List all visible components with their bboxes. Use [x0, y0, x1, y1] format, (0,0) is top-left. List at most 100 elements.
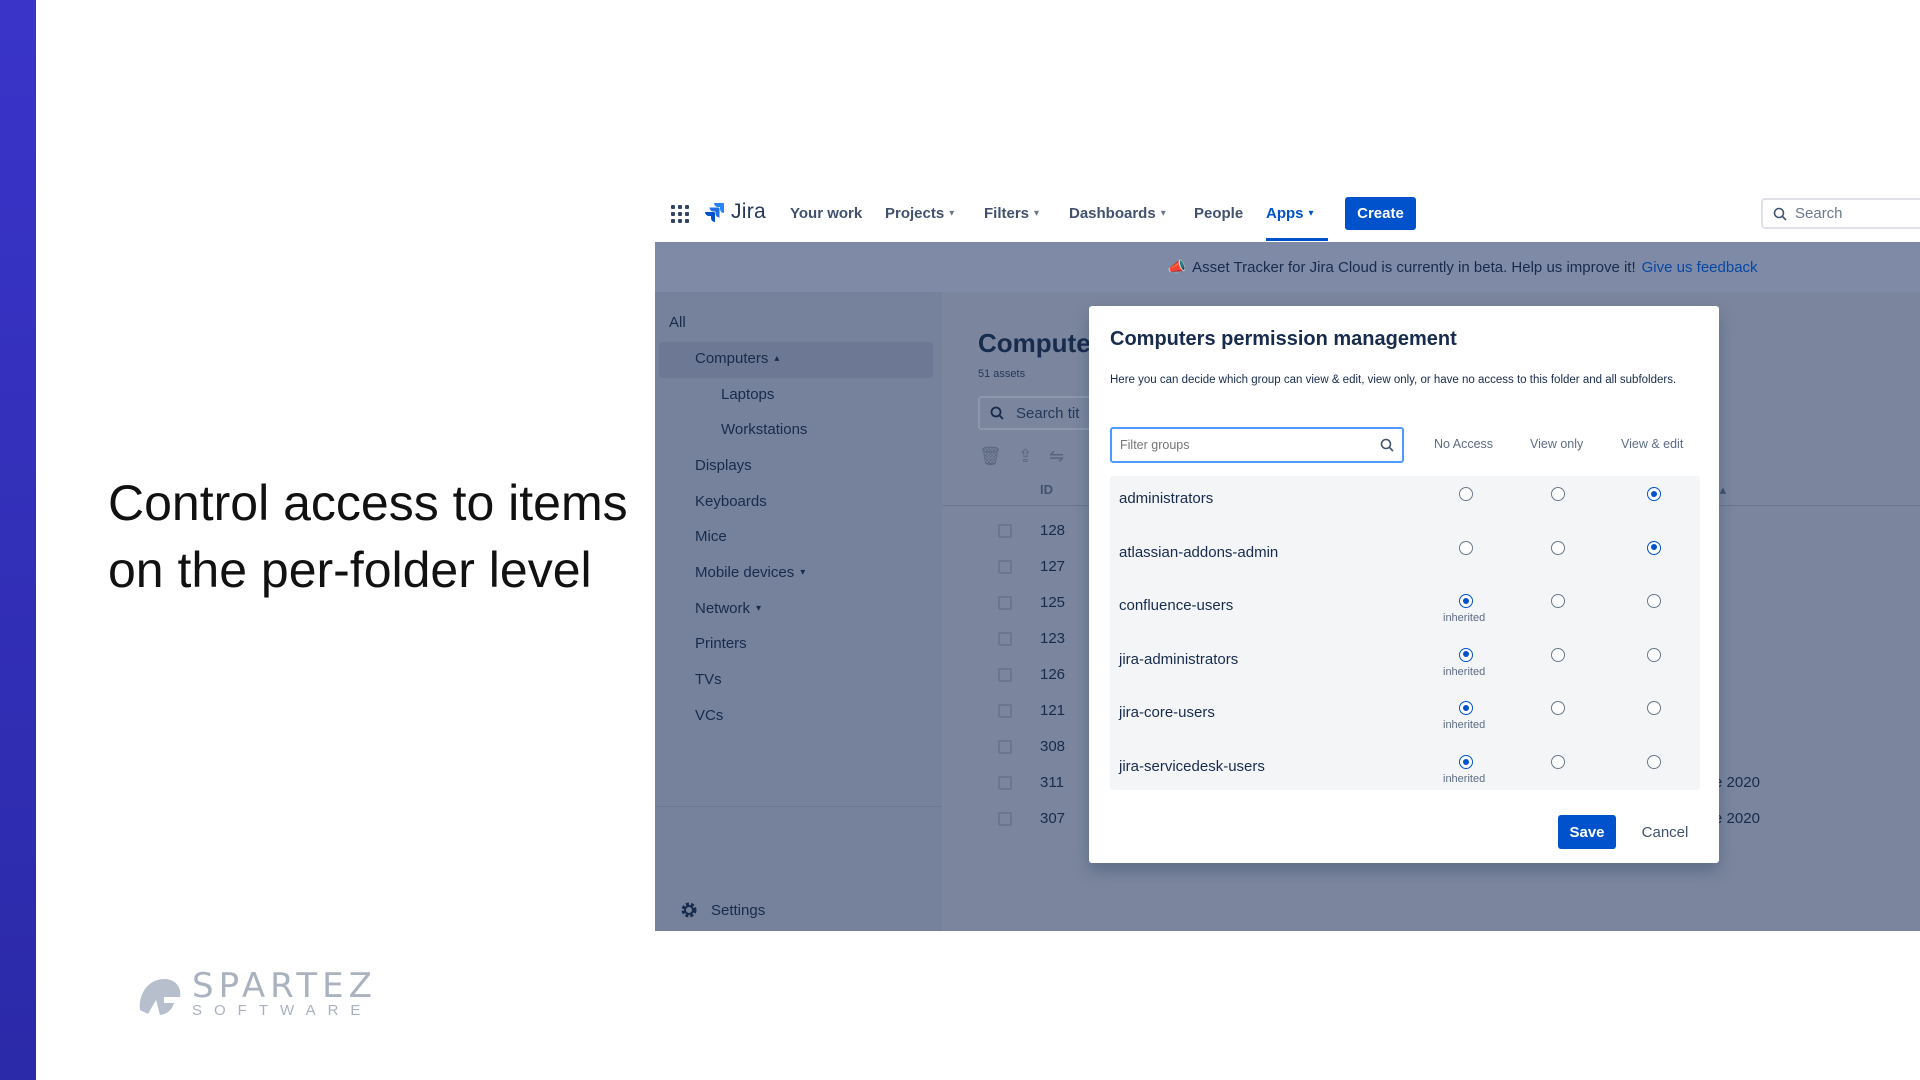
column-no-access: No Access: [1434, 437, 1494, 451]
nav-apps[interactable]: Apps ▾: [1266, 205, 1314, 222]
helmet-icon: [139, 978, 181, 1015]
inherited-label: inherited: [1443, 773, 1486, 785]
jira-mark-icon: [705, 203, 724, 222]
row-checkbox[interactable]: [998, 596, 1012, 610]
banner-text: Asset Tracker for Jira Cloud is currentl…: [1192, 258, 1636, 276]
global-search-placeholder: Search: [1795, 205, 1843, 222]
filter-groups-field[interactable]: [1110, 427, 1404, 463]
column-view-only: View only: [1530, 437, 1584, 451]
nav-filters[interactable]: Filters ▾: [984, 205, 1039, 222]
radio-no-access[interactable]: [1459, 647, 1473, 662]
sidebar-item-workstations[interactable]: Workstations: [721, 421, 807, 438]
sidebar-item-label: Keyboards: [695, 493, 767, 510]
nav-your-work-label: Your work: [790, 205, 863, 222]
radio-view-edit[interactable]: [1647, 755, 1661, 769]
permission-row: atlassian-addons-admin: [1110, 530, 1700, 584]
nav-your-work[interactable]: Your work: [790, 205, 862, 222]
settings-link[interactable]: Settings: [679, 900, 765, 920]
search-icon: [1380, 438, 1394, 452]
row-checkbox[interactable]: [998, 704, 1012, 718]
jira-logo-text: Jira: [731, 200, 767, 223]
chevron-down-icon: ▾: [1308, 208, 1314, 219]
radio-no-access[interactable]: [1459, 755, 1473, 769]
radio-view-only[interactable]: [1551, 701, 1565, 716]
trash-icon[interactable]: 🗑: [979, 446, 1002, 467]
radio-view-edit[interactable]: [1647, 701, 1661, 716]
sidebar-item-displays[interactable]: Displays: [695, 457, 752, 474]
modal-description: Here you can decide which group can view…: [1110, 374, 1677, 386]
inherited-label: inherited: [1443, 665, 1486, 678]
row-id: 308: [1040, 738, 1066, 755]
radio-view-only[interactable]: [1551, 540, 1565, 555]
modal-title: Computers permission management: [1110, 328, 1457, 350]
search-icon: [1773, 207, 1787, 221]
radio-view-edit[interactable]: [1647, 594, 1661, 609]
nav-dashboards[interactable]: Dashboards ▾: [1069, 205, 1166, 222]
active-nav-indicator: [1266, 238, 1328, 241]
row-checkbox[interactable]: [998, 668, 1012, 682]
row-id: 127: [1040, 558, 1066, 575]
row-checkbox[interactable]: [998, 776, 1012, 790]
app-switcher-icon[interactable]: [671, 205, 689, 223]
row-id: 126: [1040, 666, 1066, 683]
spartez-logo: SPARTEZ SOFTWARE: [134, 969, 377, 1020]
radio-no-access[interactable]: [1459, 540, 1473, 555]
radio-no-access[interactable]: [1459, 594, 1473, 609]
row-checkbox[interactable]: [998, 560, 1012, 574]
row-id: 311: [1040, 774, 1064, 791]
row-checkbox[interactable]: [998, 812, 1012, 826]
sidebar-item-computers[interactable]: Computers ▴: [695, 350, 779, 367]
beta-banner: 📣 Asset Tracker for Jira Cloud is curren…: [655, 242, 1920, 292]
inherited-label: inherited: [1443, 612, 1486, 625]
sidebar-item-all[interactable]: All: [669, 314, 686, 331]
nav-projects[interactable]: Projects ▾: [885, 205, 954, 222]
asset-search-placeholder: Search tit: [1016, 404, 1080, 422]
global-search-input[interactable]: Search: [1761, 198, 1920, 229]
radio-view-only[interactable]: [1551, 487, 1565, 501]
headline-line-2: on the per-folder level: [108, 542, 592, 598]
radio-view-edit[interactable]: [1647, 540, 1661, 555]
nav-filters-label: Filters: [984, 205, 1030, 222]
share-icon[interactable]: ⇪: [1018, 446, 1033, 467]
radio-view-only[interactable]: [1551, 647, 1565, 662]
asset-count: 51 assets: [978, 368, 1026, 380]
sidebar-item-laptops[interactable]: Laptops: [721, 386, 774, 403]
radio-no-access[interactable]: [1459, 701, 1473, 716]
filter-groups-input[interactable]: [1120, 438, 1360, 452]
settings-label: Settings: [711, 901, 766, 919]
nav-projects-label: Projects: [885, 205, 945, 222]
create-button[interactable]: Create: [1345, 197, 1416, 230]
chevron-down-icon: ▾: [949, 208, 955, 219]
permission-row: jira-administrators inherited: [1110, 637, 1700, 691]
group-name: jira-administrators: [1119, 650, 1239, 668]
row-checkbox[interactable]: [998, 740, 1012, 754]
nav-apps-label: Apps: [1266, 205, 1304, 222]
sidebar-item-keyboards[interactable]: Keyboards: [695, 493, 767, 510]
radio-view-only[interactable]: [1551, 594, 1565, 609]
radio-view-only[interactable]: [1551, 755, 1565, 769]
column-header-id[interactable]: ID: [1040, 482, 1053, 497]
feedback-link[interactable]: Give us feedback: [1642, 259, 1758, 276]
row-checkbox[interactable]: [998, 524, 1012, 538]
row-checkbox[interactable]: [998, 632, 1012, 646]
jira-logo[interactable]: Jira: [703, 200, 766, 224]
save-button[interactable]: Save: [1558, 815, 1616, 849]
nav-people[interactable]: People: [1194, 205, 1243, 222]
permission-row: confluence-users inherited: [1110, 583, 1700, 637]
radio-no-access[interactable]: [1459, 487, 1473, 501]
cancel-button[interactable]: Cancel: [1629, 815, 1701, 849]
permission-row: administrators: [1110, 476, 1700, 530]
permission-table: administrators atlassian-addons-admin conf…: [1110, 476, 1700, 790]
bulk-toolbar: 🗑 ⇪ ⇋: [979, 446, 1064, 467]
radio-view-edit[interactable]: [1647, 647, 1661, 662]
sidebar-item-label: All: [669, 314, 686, 331]
gear-icon: [681, 902, 697, 918]
accent-strip: [0, 0, 36, 1080]
transfer-icon[interactable]: ⇋: [1049, 446, 1064, 467]
group-name: administrators: [1119, 490, 1214, 507]
chevron-down-icon: ▾: [1034, 208, 1040, 219]
row-id: 128: [1040, 522, 1066, 539]
radio-view-edit[interactable]: [1647, 487, 1661, 501]
slide: Control access to items on the per-folde…: [0, 0, 1920, 1080]
page-title: Computer: [978, 328, 1101, 358]
